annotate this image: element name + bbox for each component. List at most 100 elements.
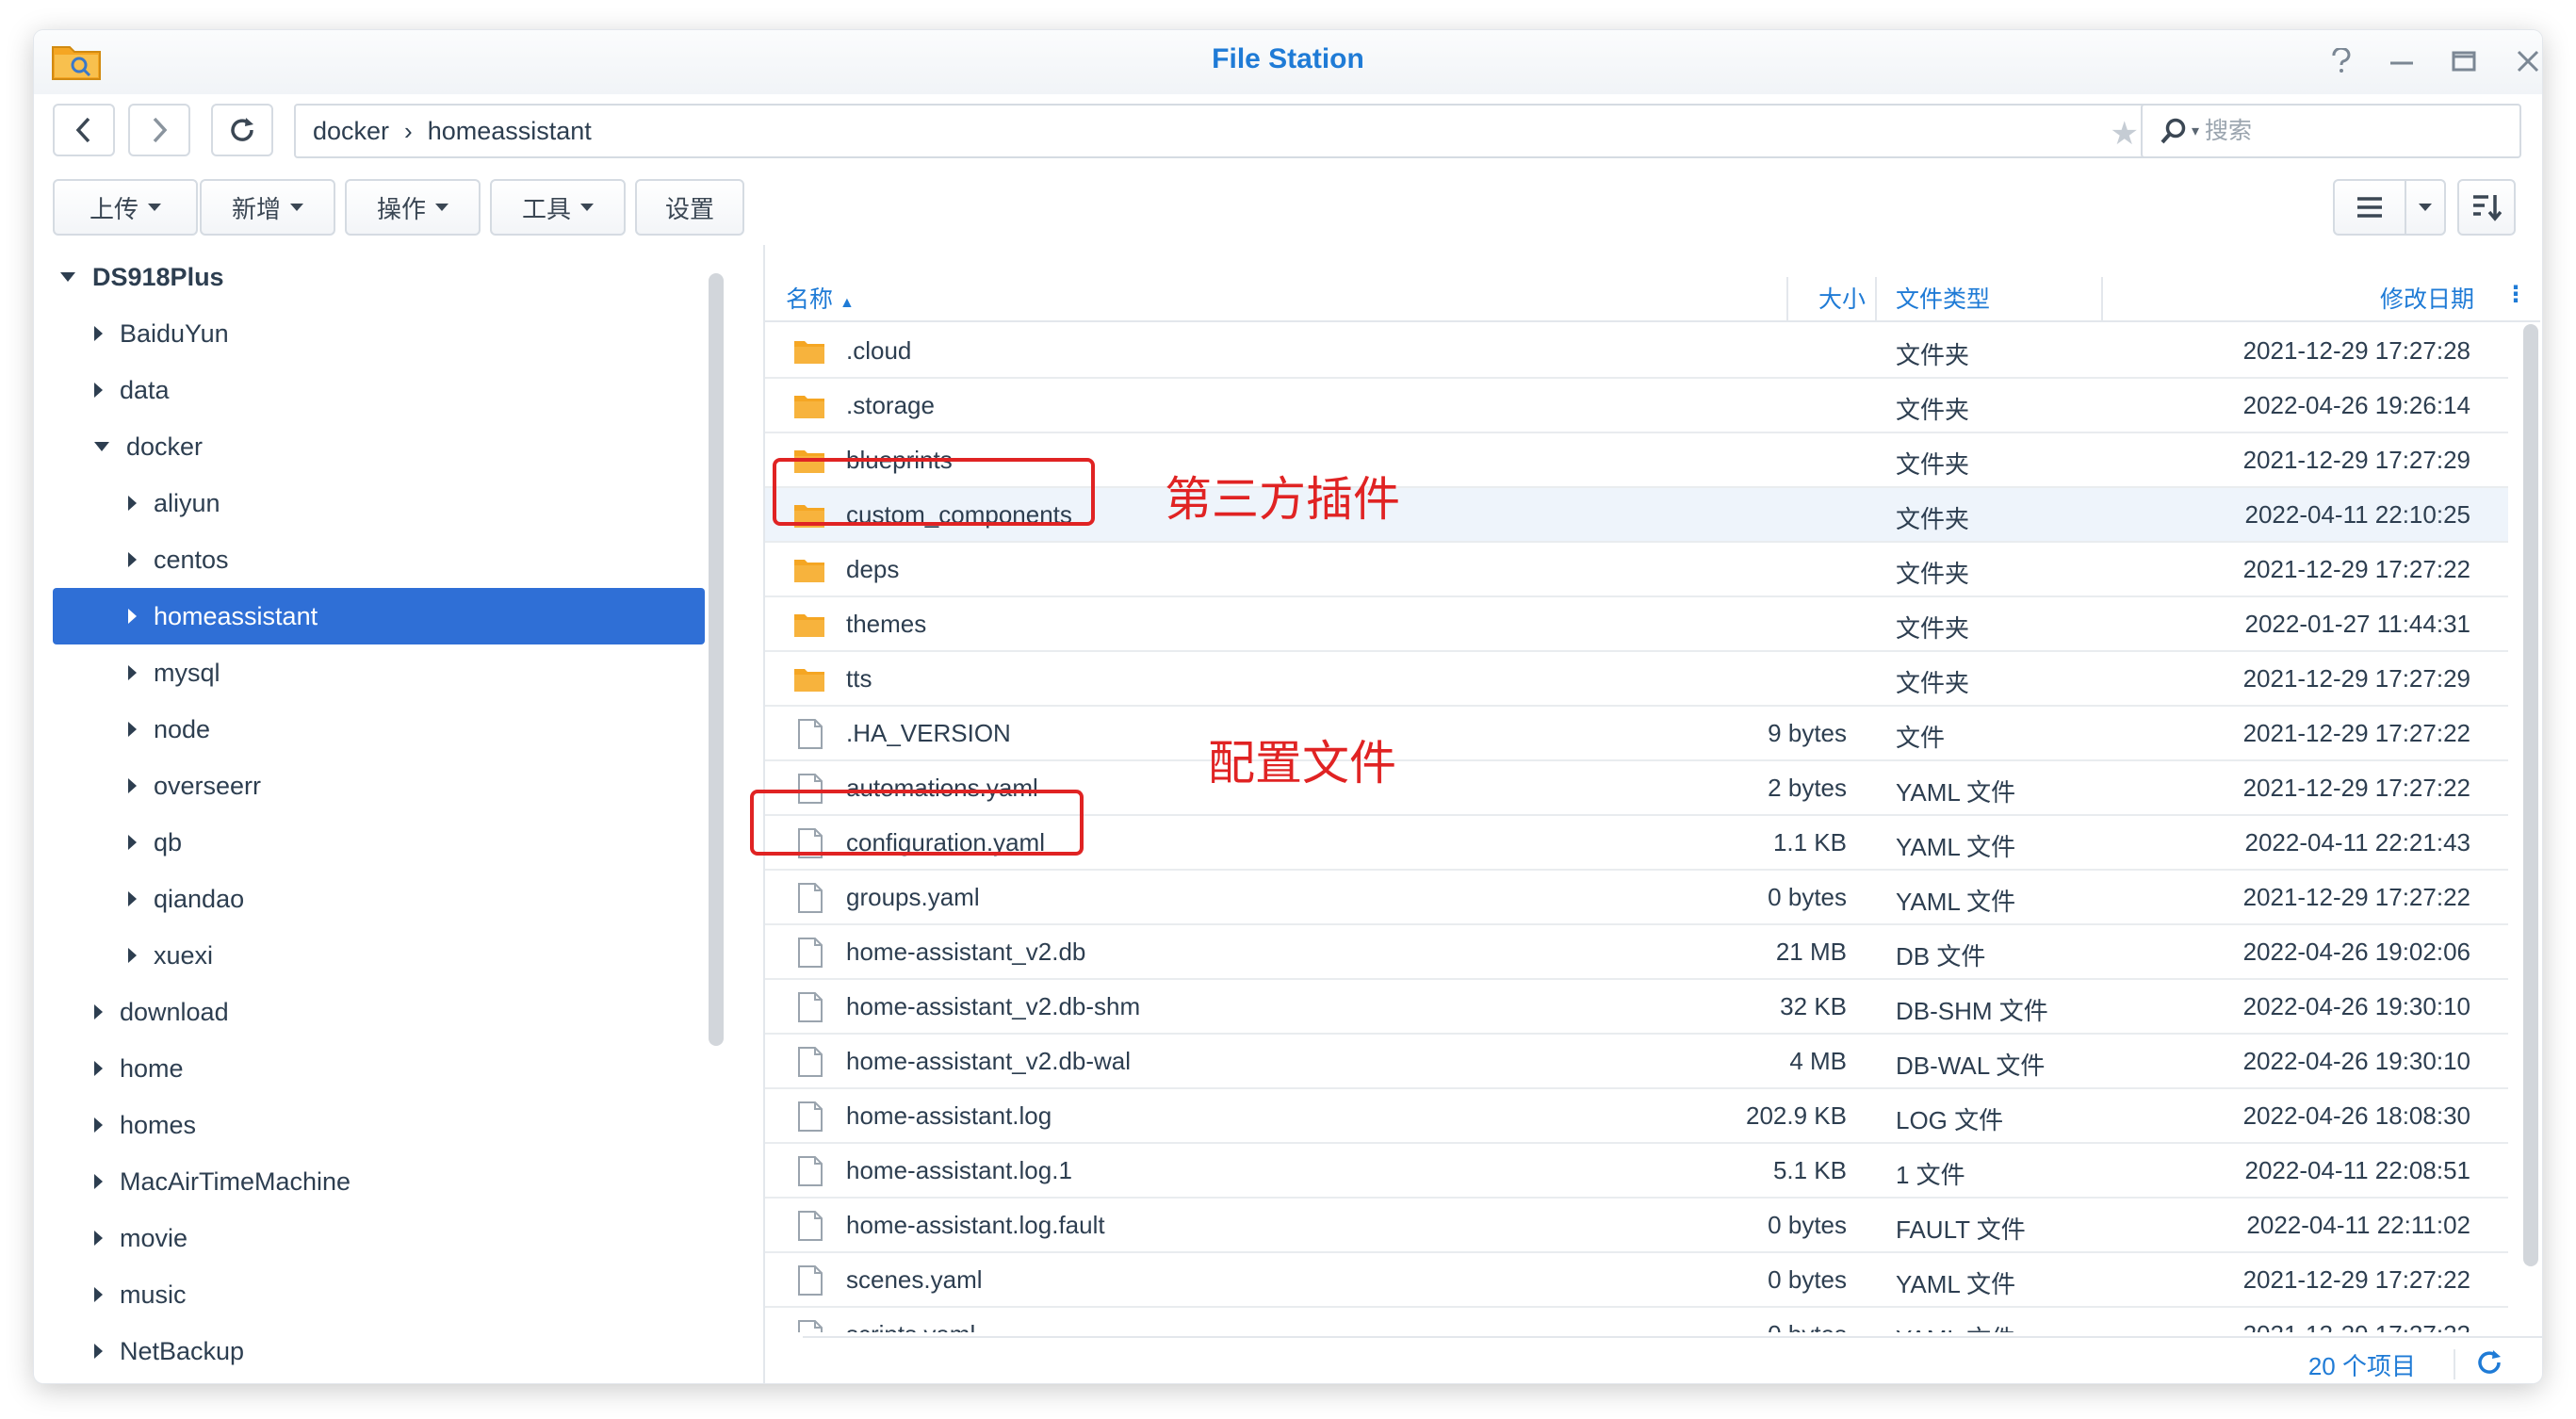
table-row[interactable]: home-assistant.log.fault 0 bytes FAULT 文件 2…	[765, 1199, 2508, 1253]
search-icon	[2160, 118, 2186, 144]
minimize-button[interactable]	[2384, 43, 2420, 79]
table-row[interactable]: .HA_VERSION 9 bytes 文件 2021-12-29 17:27:22	[765, 707, 2508, 761]
expand-chevron-right-icon[interactable]	[94, 1287, 103, 1302]
expand-chevron-right-icon[interactable]	[128, 891, 137, 906]
tree-item-xuexi[interactable]: xuexi	[53, 927, 705, 984]
tree-item-mysql[interactable]: mysql	[53, 644, 705, 701]
table-row[interactable]: .cloud 文件夹 2021-12-29 17:27:28	[765, 324, 2508, 379]
expand-chevron-right-icon[interactable]	[94, 1174, 103, 1189]
breadcrumb-docker[interactable]: docker	[313, 117, 389, 146]
column-separator[interactable]	[2101, 277, 2103, 322]
file-modified-date: 2022-04-11 22:11:02	[2246, 1211, 2470, 1239]
column-name-header[interactable]: 名称 ▲	[786, 281, 855, 315]
chevron-down-icon	[2419, 204, 2432, 211]
expand-chevron-right-icon[interactable]	[128, 496, 137, 511]
expand-chevron-right-icon[interactable]	[128, 665, 137, 680]
expand-chevron-right-icon[interactable]	[94, 383, 103, 398]
table-row[interactable]: tts 文件夹 2021-12-29 17:27:29	[765, 652, 2508, 707]
column-modified-header[interactable]: 修改日期	[2380, 281, 2474, 315]
tree-item-data[interactable]: data	[53, 362, 705, 418]
tree-item-centos[interactable]: centos	[53, 531, 705, 588]
file-size: 5.1 KB	[1772, 1156, 1847, 1184]
expand-chevron-right-icon[interactable]	[94, 1004, 103, 1019]
tree-item-homes[interactable]: homes	[53, 1097, 705, 1153]
tree-item-baiduyun[interactable]: BaiduYun	[53, 305, 705, 362]
list-refresh-icon[interactable]	[2474, 1347, 2504, 1378]
table-row[interactable]: home-assistant_v2.db-shm 32 KB DB-SHM 文件 20…	[765, 980, 2508, 1035]
tree-root[interactable]: DS918Plus	[53, 249, 705, 305]
search-input[interactable]	[2205, 117, 2488, 145]
expand-chevron-right-icon[interactable]	[128, 948, 137, 963]
view-options-button[interactable]	[2405, 179, 2446, 236]
maximize-button[interactable]	[2446, 43, 2482, 79]
tree-item-qiandao[interactable]: qiandao	[53, 871, 705, 927]
table-row[interactable]: home-assistant_v2.db-wal 4 MB DB-WAL 文件 202…	[765, 1035, 2508, 1089]
file-type: YAML 文件	[1896, 778, 2016, 807]
column-size-header[interactable]: 大小	[1818, 281, 1866, 315]
expand-chevron-right-icon[interactable]	[128, 778, 137, 793]
table-row[interactable]: home-assistant.log.1 5.1 KB 1 文件 2022-04-11…	[765, 1144, 2508, 1199]
tree-item-homeassistant[interactable]: homeassistant	[53, 588, 705, 644]
tree-scrollbar[interactable]	[709, 273, 724, 1046]
expand-chevron-right-icon[interactable]	[94, 1231, 103, 1246]
close-button[interactable]	[2510, 43, 2542, 79]
column-type-header[interactable]: 文件类型	[1896, 281, 1990, 315]
file-modified-date: 2021-12-29 17:27:22	[2242, 555, 2470, 583]
expand-chevron-right-icon[interactable]	[94, 1117, 103, 1133]
tree-item-netbackup[interactable]: NetBackup	[53, 1323, 705, 1379]
table-row[interactable]: scripts.yaml 0 bytes YAML 文件 2021-12-29 17:…	[765, 1308, 2508, 1332]
list-view-button[interactable]	[2333, 179, 2406, 236]
tree-item-download[interactable]: download	[53, 984, 705, 1040]
search-options-chevron-down-icon[interactable]: ▾	[2192, 122, 2199, 140]
refresh-button[interactable]	[211, 104, 273, 156]
expand-chevron-down-icon[interactable]	[60, 272, 75, 282]
help-button[interactable]	[2323, 43, 2359, 79]
expand-chevron-right-icon[interactable]	[128, 552, 137, 567]
forward-button[interactable]	[128, 104, 190, 156]
upload-button[interactable]: 上传	[53, 179, 198, 236]
column-separator[interactable]	[1786, 277, 1788, 322]
list-scrollbar[interactable]	[2523, 324, 2538, 1266]
table-row[interactable]: home-assistant_v2.db 21 MB DB 文件 2022-04-26…	[765, 925, 2508, 980]
table-row[interactable]: home-assistant.log 202.9 KB LOG 文件 2022-04-…	[765, 1089, 2508, 1144]
path-bar[interactable]: docker › homeassistant ★	[294, 104, 2158, 158]
breadcrumb-homeassistant[interactable]: homeassistant	[428, 117, 592, 146]
table-row[interactable]: groups.yaml 0 bytes YAML 文件 2021-12-29 17:2…	[765, 871, 2508, 925]
file-size: 0 bytes	[1768, 883, 1847, 911]
table-row[interactable]: deps 文件夹 2021-12-29 17:27:22	[765, 543, 2508, 597]
tree-item-aliyun[interactable]: aliyun	[53, 475, 705, 531]
expand-chevron-down-icon[interactable]	[94, 442, 109, 451]
expand-chevron-right-icon[interactable]	[128, 722, 137, 737]
tools-button[interactable]: 工具	[490, 179, 626, 236]
table-row[interactable]: scenes.yaml 0 bytes YAML 文件 2021-12-29 17:2…	[765, 1253, 2508, 1308]
column-separator[interactable]	[1875, 277, 1877, 322]
settings-button[interactable]: 设置	[635, 179, 744, 236]
expand-chevron-right-icon[interactable]	[94, 326, 103, 341]
tree-item-macairtimemachine[interactable]: MacAirTimeMachine	[53, 1153, 705, 1210]
create-button[interactable]: 新增	[200, 179, 335, 236]
expand-chevron-right-icon[interactable]	[94, 1344, 103, 1359]
file-modified-date: 2022-04-26 19:30:10	[2242, 1047, 2470, 1075]
expand-chevron-right-icon[interactable]	[128, 835, 137, 850]
tree-item-docker[interactable]: docker	[53, 418, 705, 475]
tree-item-label: xuexi	[154, 940, 214, 970]
back-button[interactable]	[53, 104, 115, 156]
table-row[interactable]: .storage 文件夹 2022-04-26 19:26:14	[765, 379, 2508, 433]
table-row[interactable]: themes 文件夹 2022-01-27 11:44:31	[765, 597, 2508, 652]
expand-chevron-right-icon[interactable]	[94, 1061, 103, 1076]
sort-button[interactable]	[2457, 179, 2516, 236]
star-icon[interactable]: ★	[2111, 115, 2139, 153]
tree-item-overseerr[interactable]: overseerr	[53, 758, 705, 814]
tree-item-movie[interactable]: movie	[53, 1210, 705, 1266]
tree-item-home[interactable]: home	[53, 1040, 705, 1097]
tree-item-node[interactable]: node	[53, 701, 705, 758]
tree-item-music[interactable]: music	[53, 1266, 705, 1323]
tree-item-qb[interactable]: qb	[53, 814, 705, 871]
column-options-icon[interactable]: ⋮	[2504, 281, 2527, 308]
file-type: DB-WAL 文件	[1896, 1052, 2046, 1080]
action-button[interactable]: 操作	[345, 179, 481, 236]
search-box[interactable]: ▾	[2141, 104, 2521, 158]
breadcrumb-separator-icon: ›	[404, 116, 413, 145]
expand-chevron-right-icon[interactable]	[128, 609, 137, 624]
tree-item-label: qb	[154, 827, 183, 856]
